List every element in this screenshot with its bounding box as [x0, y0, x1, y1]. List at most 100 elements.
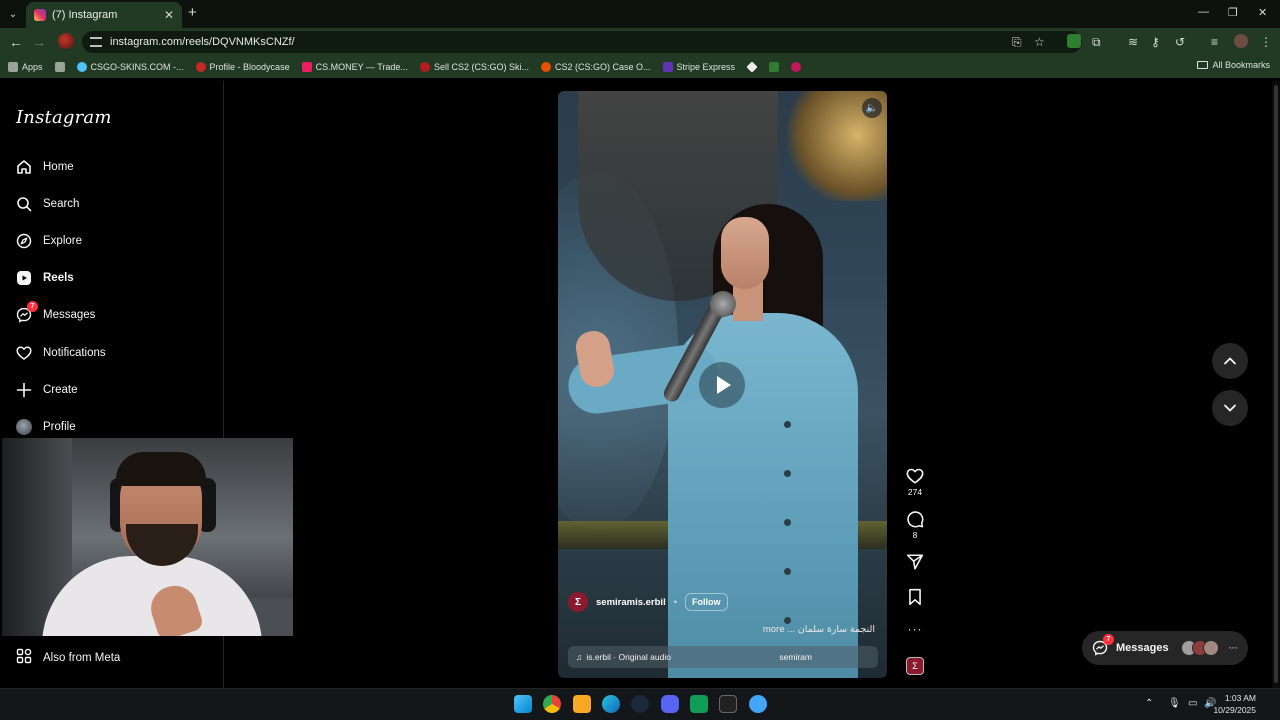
bookmark-item[interactable]: Stripe Express — [662, 62, 735, 72]
browser-profile-icon[interactable] — [58, 33, 74, 49]
system-clock[interactable]: 1:03 AM 10/29/2025 — [1213, 692, 1256, 716]
steam-icon[interactable] — [631, 695, 649, 713]
minimize-icon[interactable]: — — [1198, 6, 1209, 18]
reels-icon — [16, 270, 32, 286]
install-app-icon[interactable]: ⎘ — [1012, 35, 1022, 50]
app-icon[interactable] — [690, 695, 708, 713]
comment-button[interactable]: 8 — [904, 510, 926, 540]
share-button[interactable] — [904, 553, 926, 571]
bookmark-item[interactable]: Profile - Bloodycase — [195, 62, 290, 72]
bookmark-label: Sell CS2 (CS:GO) Ski... — [433, 62, 529, 72]
chrome-icon[interactable] — [543, 695, 561, 713]
play-icon — [717, 376, 731, 394]
bookmark-icon — [909, 588, 921, 606]
home-icon — [16, 159, 32, 175]
address-bar[interactable]: instagram.com/reels/DQVNMKsCNZf/ — [82, 31, 1082, 53]
tray-chevron-up-icon[interactable]: ⌃ — [1145, 698, 1153, 709]
sidebar-item-label: Reels — [43, 272, 74, 284]
epic-games-icon[interactable] — [719, 695, 737, 713]
bookmark-item[interactable] — [54, 62, 65, 72]
messenger-icon: 7 — [1092, 634, 1114, 656]
sidebar-item-notifications[interactable]: Notifications — [16, 341, 106, 365]
bookmark-item[interactable]: CS2 (CS:GO) Case O... — [540, 62, 651, 72]
sidebar-item-label: Notifications — [43, 347, 106, 359]
heart-icon — [16, 345, 32, 361]
tab-instagram[interactable]: (7) Instagram ✕ — [26, 2, 182, 28]
bookmark-item[interactable]: Apps — [8, 62, 43, 72]
messages-pill[interactable]: 7 Messages ··· — [1082, 631, 1248, 665]
bookmark-item[interactable]: CSGO-SKINS.COM -... — [76, 62, 184, 72]
bookmark-item[interactable] — [791, 62, 802, 72]
case-opening-favicon-icon — [540, 62, 551, 72]
previous-reel-button[interactable] — [1212, 343, 1248, 379]
diamond-favicon-icon — [746, 61, 758, 73]
bookmark-label: CSGO-SKINS.COM -... — [90, 62, 184, 72]
sell-cs2-favicon-icon — [419, 62, 430, 72]
sidebar-item-search[interactable]: Search — [16, 192, 79, 216]
search-icon — [16, 196, 32, 212]
discord-icon[interactable] — [661, 695, 679, 713]
sidebar-item-label: Search — [43, 198, 80, 210]
back-icon[interactable]: ← — [9, 34, 23, 50]
follow-button[interactable]: Follow — [685, 593, 728, 611]
sidebar-item-label: Profile — [43, 421, 76, 433]
reel-caption[interactable]: النجمة سارة سلمان ... more — [725, 624, 875, 635]
bookmark-item[interactable] — [769, 62, 780, 72]
page-scrollbar[interactable] — [1272, 81, 1280, 688]
network-icon[interactable]: ▭ — [1188, 698, 1197, 709]
bookmark-item[interactable] — [746, 61, 758, 73]
tab-search-chevron-icon[interactable]: ⌄ — [4, 5, 22, 23]
stripe-favicon-icon — [662, 62, 673, 72]
windows-start-icon[interactable] — [514, 695, 532, 713]
play-button[interactable] — [699, 362, 745, 408]
sidebar-item-explore[interactable]: Explore — [16, 229, 82, 253]
instagram-logo[interactable]: Instagram — [16, 107, 112, 128]
apps-grid-icon — [8, 62, 18, 72]
bookmark-item[interactable]: Sell CS2 (CS:GO) Ski... — [419, 62, 529, 72]
audio-tag: semiram — [779, 652, 812, 662]
all-bookmarks[interactable]: All Bookmarks — [1197, 60, 1270, 70]
sidebar-item-profile[interactable]: Profile — [16, 415, 76, 439]
sidebar-item-label: Also from Meta — [43, 651, 121, 664]
bookmark-item[interactable]: CS.MONEY — Trade... — [301, 62, 408, 72]
site-info-icon[interactable] — [90, 37, 102, 47]
bookmark-star-icon[interactable]: ☆ — [1034, 35, 1045, 49]
extension-icon[interactable]: ≋ — [1128, 35, 1138, 49]
password-icon[interactable]: ⚷ — [1151, 35, 1160, 49]
author-username[interactable]: semiramis.erbil — [596, 597, 666, 608]
media-icon[interactable]: ≡ — [1211, 35, 1218, 49]
file-explorer-icon[interactable] — [573, 695, 591, 713]
messenger-icon: 7 — [16, 301, 38, 323]
csmoney-favicon-icon — [301, 62, 312, 72]
sidebar-item-messages[interactable]: 7 Messages — [16, 301, 95, 327]
new-tab-icon[interactable]: + — [188, 5, 197, 20]
sidebar-item-create[interactable]: Create — [16, 378, 78, 402]
close-window-icon[interactable]: ✕ — [1258, 6, 1267, 19]
account-avatar[interactable] — [1234, 34, 1248, 48]
save-button[interactable] — [904, 588, 926, 606]
like-button[interactable]: 274 — [904, 467, 926, 497]
avatar — [16, 419, 32, 435]
audio-thumbnail[interactable]: Σ — [906, 657, 924, 675]
reel-audio-bar[interactable]: ♫ is.erbil · Original audio semiram — [568, 646, 878, 668]
chevron-up-icon — [1224, 357, 1236, 365]
microphone-icon[interactable]: 🎙 — [1168, 698, 1181, 709]
history-icon[interactable]: ↺ — [1175, 35, 1185, 49]
more-options-icon[interactable]: ··· — [904, 622, 926, 636]
restore-icon[interactable]: ❐ — [1228, 6, 1238, 19]
forward-icon[interactable]: → — [32, 34, 46, 50]
app-icon[interactable] — [749, 695, 767, 713]
edge-icon[interactable] — [602, 695, 620, 713]
avatar — [1203, 640, 1219, 656]
sheet-favicon-icon — [769, 62, 780, 72]
volume-icon[interactable]: 🔈 — [862, 98, 882, 118]
close-tab-icon[interactable]: ✕ — [164, 8, 174, 22]
sidebar-item-reels[interactable]: Reels — [16, 266, 74, 290]
next-reel-button[interactable] — [1212, 390, 1248, 426]
author-avatar[interactable]: Σ — [568, 592, 588, 612]
extensions-icon[interactable]: ⧉ — [1092, 35, 1101, 50]
sidebar-item-also-from-meta[interactable]: Also from Meta — [16, 648, 120, 667]
menu-dots-icon[interactable]: ⋮ — [1260, 35, 1272, 49]
sidebar-item-home[interactable]: Home — [16, 155, 74, 179]
shield-extension-icon[interactable] — [1067, 34, 1081, 48]
